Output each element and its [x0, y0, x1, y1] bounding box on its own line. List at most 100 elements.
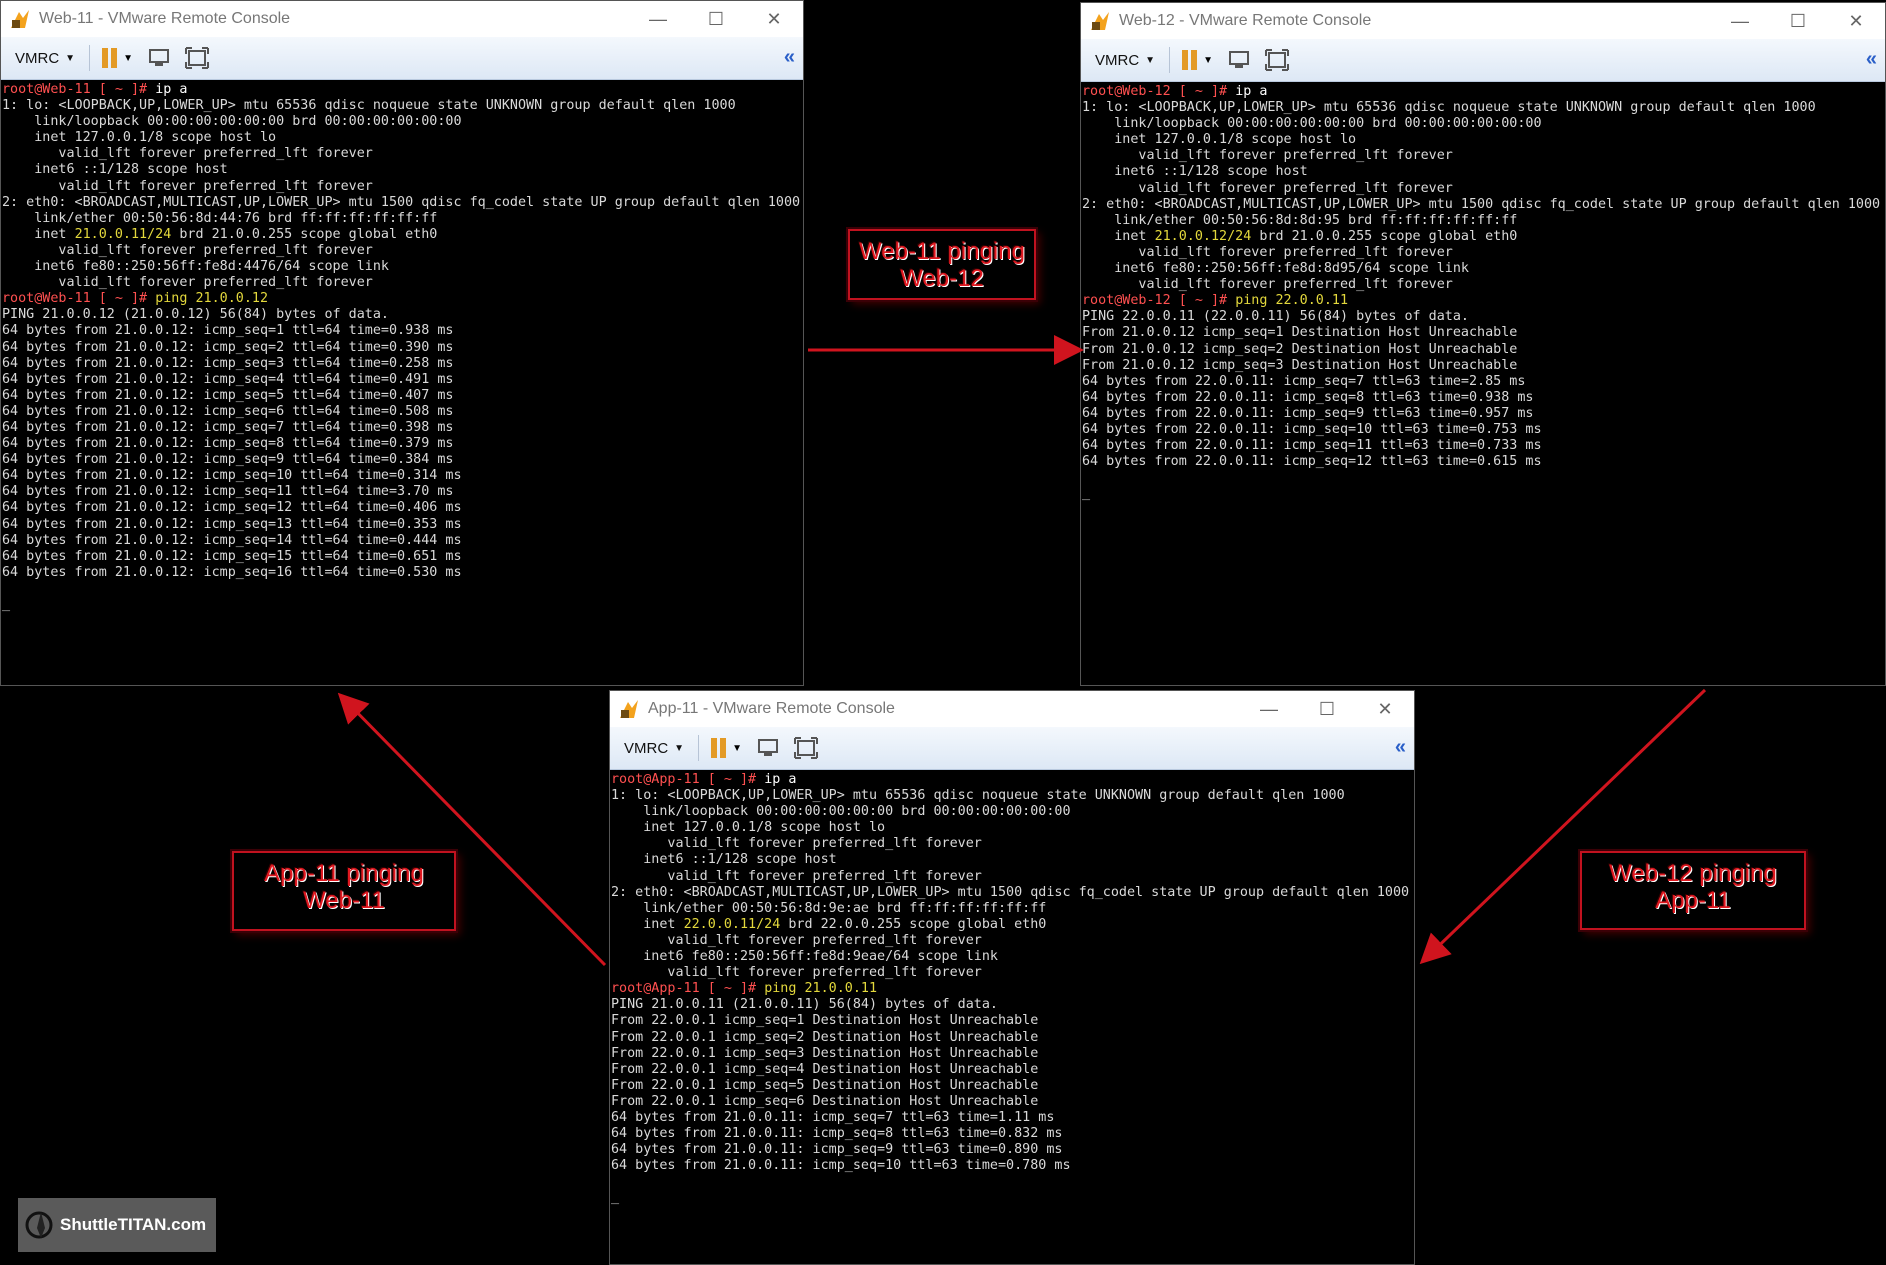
vmrc-menu-button[interactable]: VMRC ▼: [1089, 48, 1161, 73]
app11-pinging-label: App-11 pinging Web-11: [232, 851, 456, 931]
terminal-line: From 21.0.0.12 icmp_seq=2 Destination Ho…: [1082, 342, 1885, 358]
fullscreen-icon[interactable]: [1264, 49, 1289, 71]
terminal-line: inet 22.0.0.11/24 brd 22.0.0.255 scope g…: [611, 917, 1414, 933]
window-titlebar[interactable]: App-11 - VMware Remote Console — ☐ ✕: [610, 691, 1414, 727]
send-ctrl-alt-del-icon[interactable]: [1227, 49, 1251, 71]
terminal-text: From 22.0.0.1 icmp_seq=1 Destination Hos…: [611, 1013, 1039, 1029]
terminal-line: link/ether 00:50:56:8d:9e:ae brd ff:ff:f…: [611, 901, 1414, 917]
terminal-text: From 21.0.0.12 icmp_seq=2 Destination Ho…: [1082, 341, 1518, 357]
web11-pinging-label: Web-11 pinging Web-12: [848, 229, 1036, 300]
terminal-line: PING 21.0.0.12 (21.0.0.12) 56(84) bytes …: [2, 307, 803, 323]
web11-console-window: Web-11 - VMware Remote Console — ☐ ✕ VMR…: [0, 0, 804, 686]
terminal-line: _: [1082, 486, 1885, 502]
terminal-text: valid_lft forever preferred_lft forever: [611, 868, 982, 884]
terminal-text: inet6 ::1/128 scope host: [1082, 164, 1308, 180]
close-button[interactable]: ✕: [745, 1, 803, 37]
send-ctrl-alt-del-icon[interactable]: [147, 47, 171, 69]
terminal-text: valid_lft forever preferred_lft forever: [611, 932, 982, 948]
terminal-line: From 22.0.0.1 icmp_seq=2 Destination Hos…: [611, 1030, 1414, 1046]
vmware-app-icon: [1091, 12, 1109, 30]
terminal-text: 64 bytes from 22.0.0.11: icmp_seq=12 ttl…: [1082, 454, 1542, 470]
terminal-text: From 21.0.0.12 icmp_seq=1 Destination Ho…: [1082, 325, 1518, 341]
terminal-text: valid_lft forever preferred_lft forever: [2, 242, 373, 258]
terminal-line: valid_lft forever preferred_lft forever: [611, 869, 1414, 885]
terminal-text: 64 bytes from 22.0.0.11: icmp_seq=8 ttl=…: [1082, 389, 1534, 405]
terminal-line: 64 bytes from 21.0.0.12: icmp_seq=6 ttl=…: [2, 404, 803, 420]
collapse-toolbar-icon[interactable]: «: [784, 46, 795, 69]
terminal-text: PING 22.0.0.11 (22.0.0.11) 56(84) bytes …: [1082, 309, 1469, 325]
terminal-line: 64 bytes from 21.0.0.12: icmp_seq=8 ttl=…: [2, 436, 803, 452]
terminal-line: valid_lft forever preferred_lft forever: [611, 965, 1414, 981]
pause-button[interactable]: [102, 48, 118, 68]
pause-button[interactable]: [1182, 50, 1198, 70]
pause-dropdown-icon[interactable]: ▼: [1203, 55, 1213, 66]
close-button[interactable]: ✕: [1356, 691, 1414, 727]
shuttletitan-logo: ShuttleTITAN.com: [18, 1198, 216, 1252]
window-controls: — ☐ ✕: [1240, 691, 1414, 727]
window-title: Web-11 - VMware Remote Console: [39, 10, 291, 27]
minimize-button[interactable]: —: [629, 1, 687, 37]
label-line: App-11: [1655, 887, 1731, 914]
collapse-toolbar-icon[interactable]: «: [1395, 736, 1406, 759]
minimize-button[interactable]: —: [1240, 691, 1298, 727]
terminal-text: 21.0.0.11/24: [74, 226, 172, 242]
fullscreen-icon[interactable]: [184, 47, 209, 69]
maximize-button[interactable]: ☐: [1769, 3, 1827, 39]
terminal-line: inet 21.0.0.11/24 brd 21.0.0.255 scope g…: [2, 227, 803, 243]
terminal-output[interactable]: root@Web-11 [ ~ ]# ip a 1: lo: <LOOPBACK,…: [1, 80, 803, 613]
terminal-text: 64 bytes from 21.0.0.12: icmp_seq=16 ttl…: [2, 564, 462, 580]
terminal-text: root@Web-12 [ ~ ]#: [1082, 84, 1236, 99]
collapse-toolbar-icon[interactable]: «: [1866, 48, 1877, 71]
terminal-text: inet6 fe80::250:56ff:fe8d:8d95/64 scope …: [1082, 261, 1469, 277]
vmrc-toolbar: VMRC ▼ ▼ «: [1081, 39, 1885, 82]
terminal-line: 64 bytes from 21.0.0.12: icmp_seq=11 ttl…: [2, 484, 803, 500]
terminal-text: 64 bytes from 21.0.0.12: icmp_seq=7 ttl=…: [2, 419, 454, 435]
terminal-text: 64 bytes from 21.0.0.12: icmp_seq=1 ttl=…: [2, 323, 454, 339]
terminal-text: _: [1082, 486, 1091, 502]
terminal-text: inet 127.0.0.1/8 scope host lo: [2, 130, 277, 146]
terminal-line: root@Web-12 [ ~ ]# ping 22.0.0.11: [1082, 293, 1885, 309]
maximize-button[interactable]: ☐: [1298, 691, 1356, 727]
vmrc-menu-button[interactable]: VMRC ▼: [618, 736, 690, 761]
window-titlebar[interactable]: Web-12 - VMware Remote Console — ☐ ✕: [1081, 3, 1885, 39]
pause-icon: [1191, 50, 1198, 70]
terminal-text: 2: eth0: <BROADCAST,MULTICAST,UP,LOWER_U…: [611, 884, 1410, 900]
label-line: Web-12: [900, 265, 984, 292]
terminal-text: 64 bytes from 22.0.0.11: icmp_seq=9 ttl=…: [1082, 405, 1534, 421]
terminal-line: inet 127.0.0.1/8 scope host lo: [2, 130, 803, 146]
terminal-text: link/loopback 00:00:00:00:00:00 brd 00:0…: [2, 114, 462, 130]
terminal-text: 21.0.0.12/24: [1154, 228, 1252, 244]
terminal-text: root@Web-12 [ ~ ]#: [1082, 293, 1236, 309]
terminal-text: link/loopback 00:00:00:00:00:00 brd 00:0…: [1082, 116, 1542, 132]
terminal-output[interactable]: root@Web-12 [ ~ ]# ip a 1: lo: <LOOPBACK,…: [1081, 82, 1885, 502]
pause-button[interactable]: [711, 738, 727, 758]
terminal-line: From 22.0.0.1 icmp_seq=4 Destination Hos…: [611, 1062, 1414, 1078]
vmrc-label: VMRC: [1095, 51, 1140, 69]
terminal-line: 64 bytes from 21.0.0.12: icmp_seq=9 ttl=…: [2, 452, 803, 468]
send-ctrl-alt-del-icon[interactable]: [756, 737, 780, 759]
terminal-line: 64 bytes from 21.0.0.12: icmp_seq=13 ttl…: [2, 517, 803, 533]
pause-icon: [102, 48, 109, 68]
minimize-button[interactable]: —: [1711, 3, 1769, 39]
terminal-line: root@Web-11 [ ~ ]# ip a: [2, 82, 803, 98]
terminal-line: 64 bytes from 21.0.0.11: icmp_seq=9 ttl=…: [611, 1142, 1414, 1158]
window-titlebar[interactable]: Web-11 - VMware Remote Console — ☐ ✕: [1, 1, 803, 37]
maximize-button[interactable]: ☐: [687, 1, 745, 37]
terminal-text: inet: [1082, 228, 1155, 244]
fullscreen-icon[interactable]: [793, 737, 818, 759]
terminal-text: 64 bytes from 21.0.0.12: icmp_seq=8 ttl=…: [2, 436, 454, 452]
terminal-output[interactable]: root@App-11 [ ~ ]# ip a 1: lo: <LOOPBACK,…: [610, 770, 1414, 1207]
close-button[interactable]: ✕: [1827, 3, 1885, 39]
vmrc-menu-button[interactable]: VMRC ▼: [9, 46, 81, 71]
terminal-text: 64 bytes from 21.0.0.12: icmp_seq=5 ttl=…: [2, 387, 454, 403]
terminal-text: _: [2, 597, 11, 612]
pause-dropdown-icon[interactable]: ▼: [732, 743, 742, 754]
terminal-line: _: [2, 597, 803, 613]
terminal-line: 64 bytes from 22.0.0.11: icmp_seq=10 ttl…: [1082, 422, 1885, 438]
terminal-line: valid_lft forever preferred_lft forever: [2, 146, 803, 162]
pause-icon: [711, 738, 718, 758]
pause-dropdown-icon[interactable]: ▼: [123, 53, 133, 64]
terminal-line: inet6 ::1/128 scope host: [2, 162, 803, 178]
